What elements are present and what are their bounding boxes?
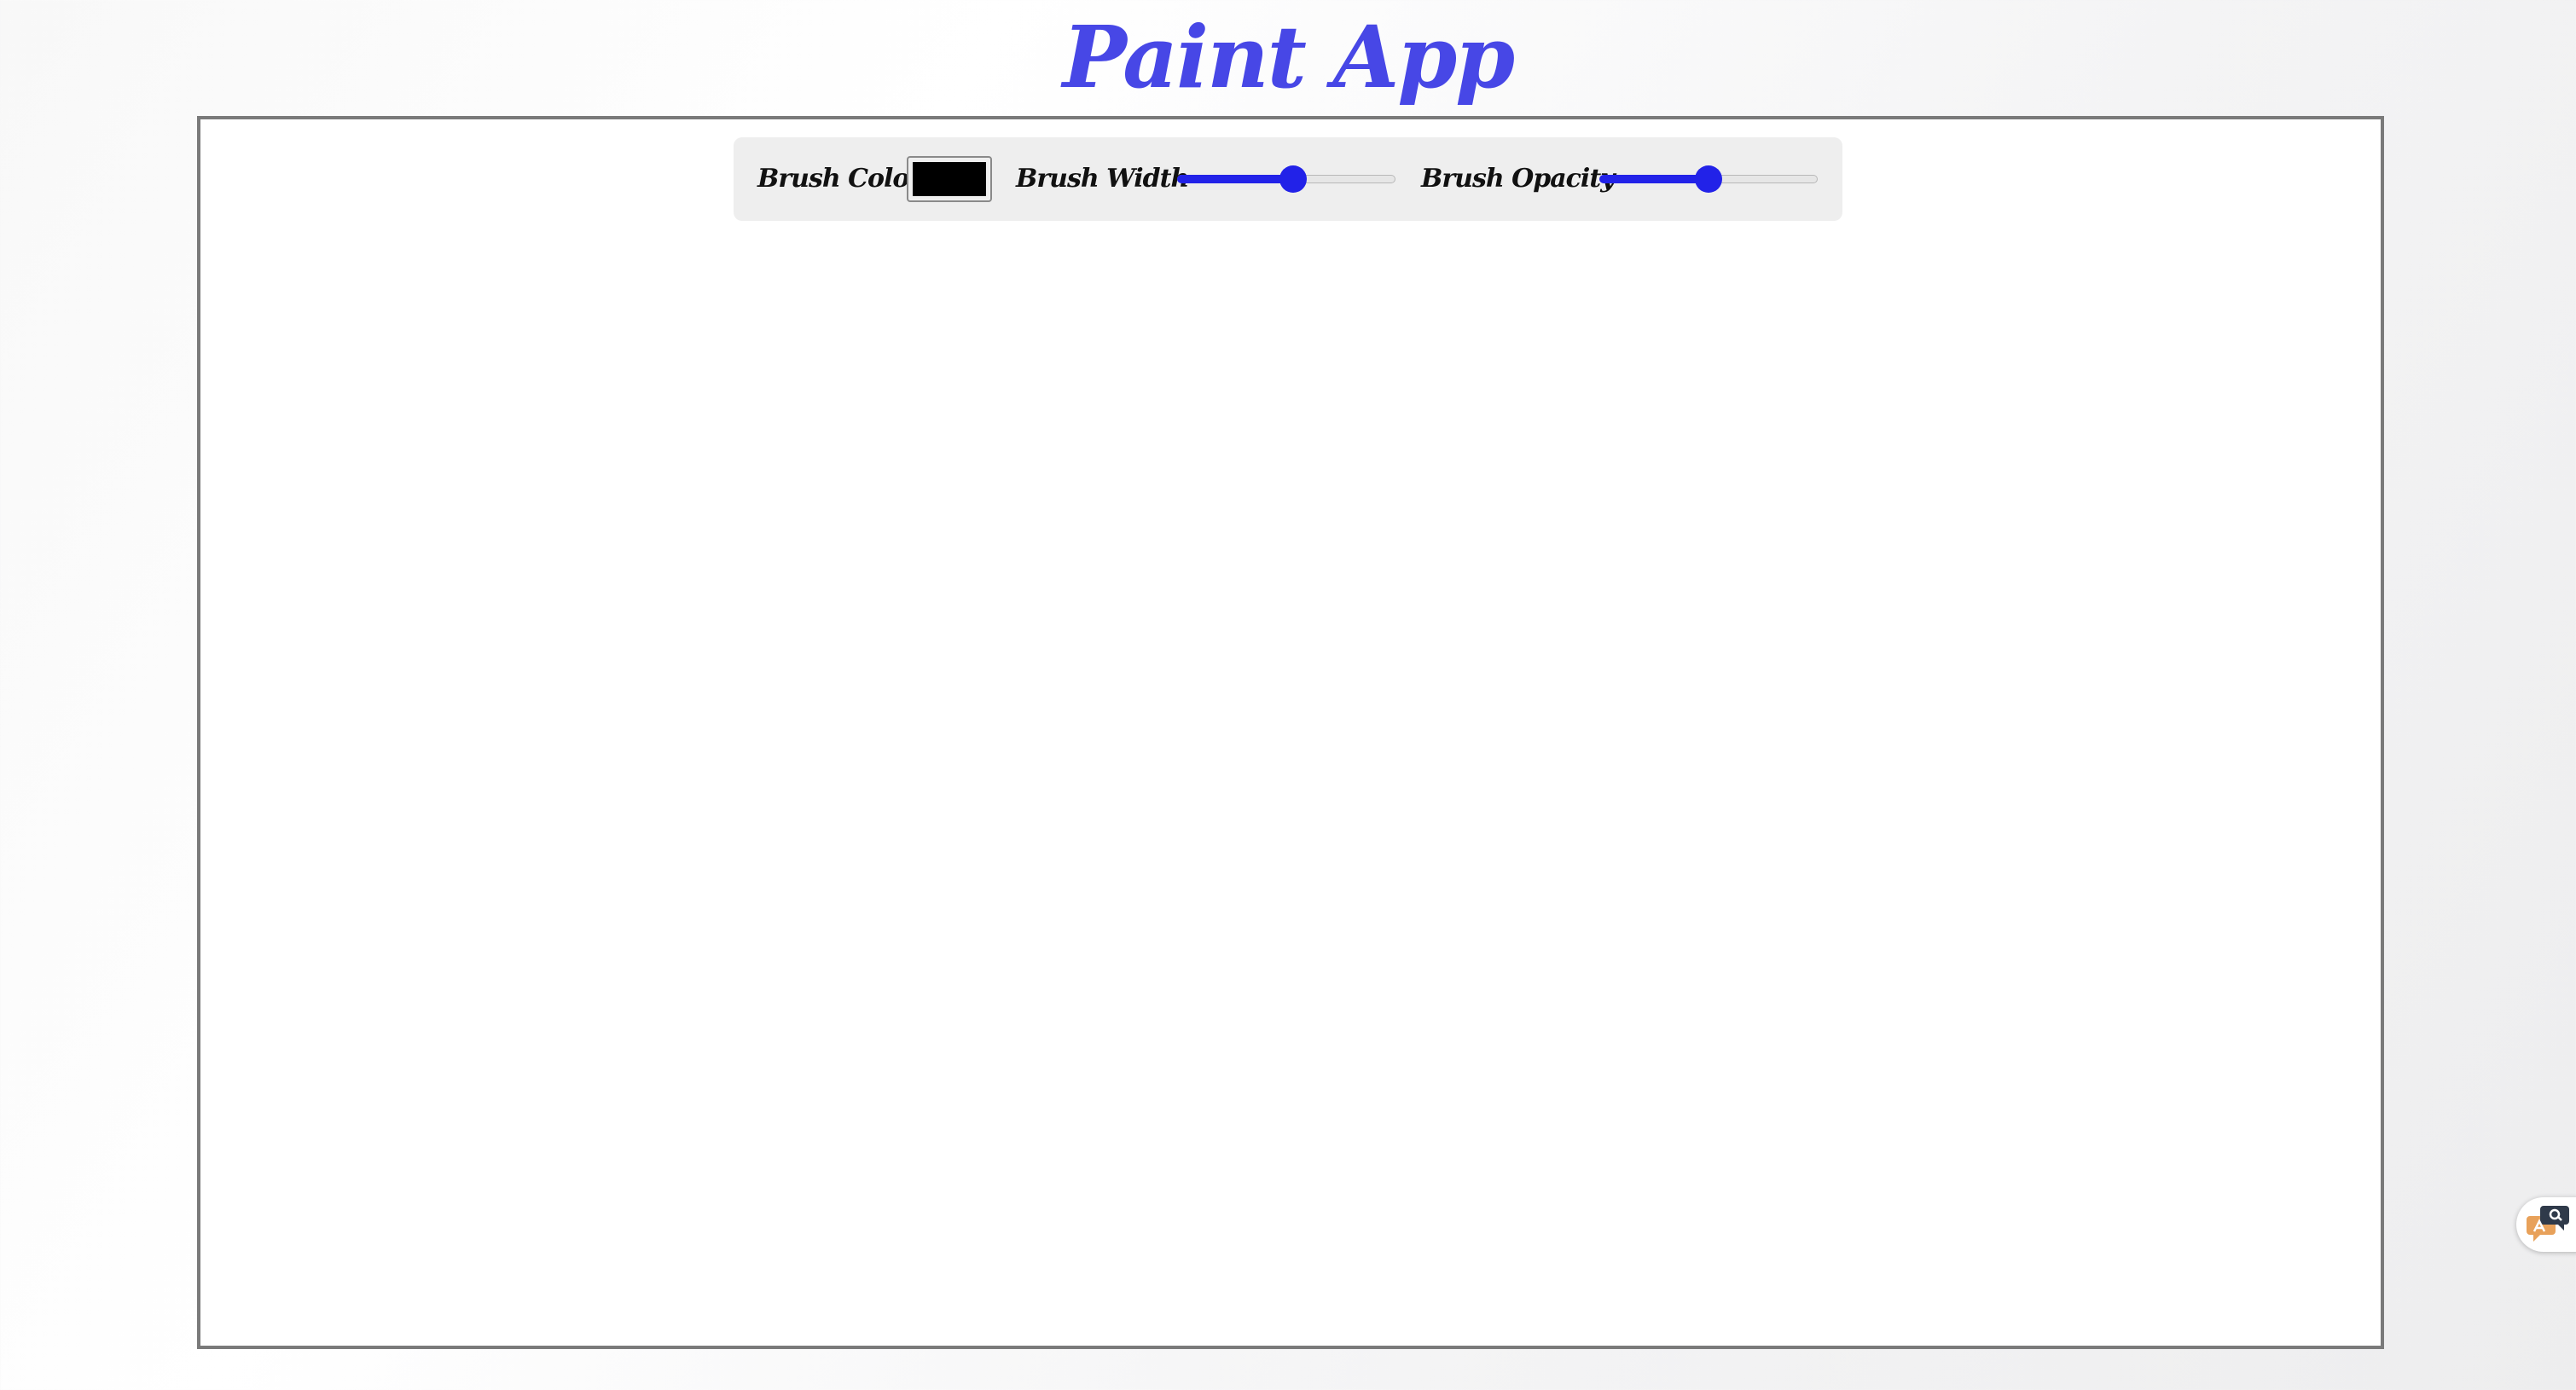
floating-side-widget[interactable] [2516,1197,2576,1252]
slider-fill [1177,175,1293,183]
brush-color-swatch [913,162,986,196]
slider-fill [1599,175,1709,183]
drawing-canvas[interactable] [197,116,2384,1349]
brush-color-picker[interactable] [907,156,992,202]
brush-width-slider[interactable] [1177,163,1395,195]
brush-opacity-label: Brush Opacity [1421,164,1616,194]
brush-color-label: Brush Color [757,164,922,194]
app-title: Paint App [1062,7,1515,107]
brush-width-label: Brush Width [1016,164,1189,194]
slider-thumb[interactable] [1695,165,1722,193]
brush-opacity-slider[interactable] [1599,163,1818,195]
toolbar: Brush Color Brush Width Brush Opacity [734,137,1842,221]
slider-thumb[interactable] [1279,165,1307,193]
